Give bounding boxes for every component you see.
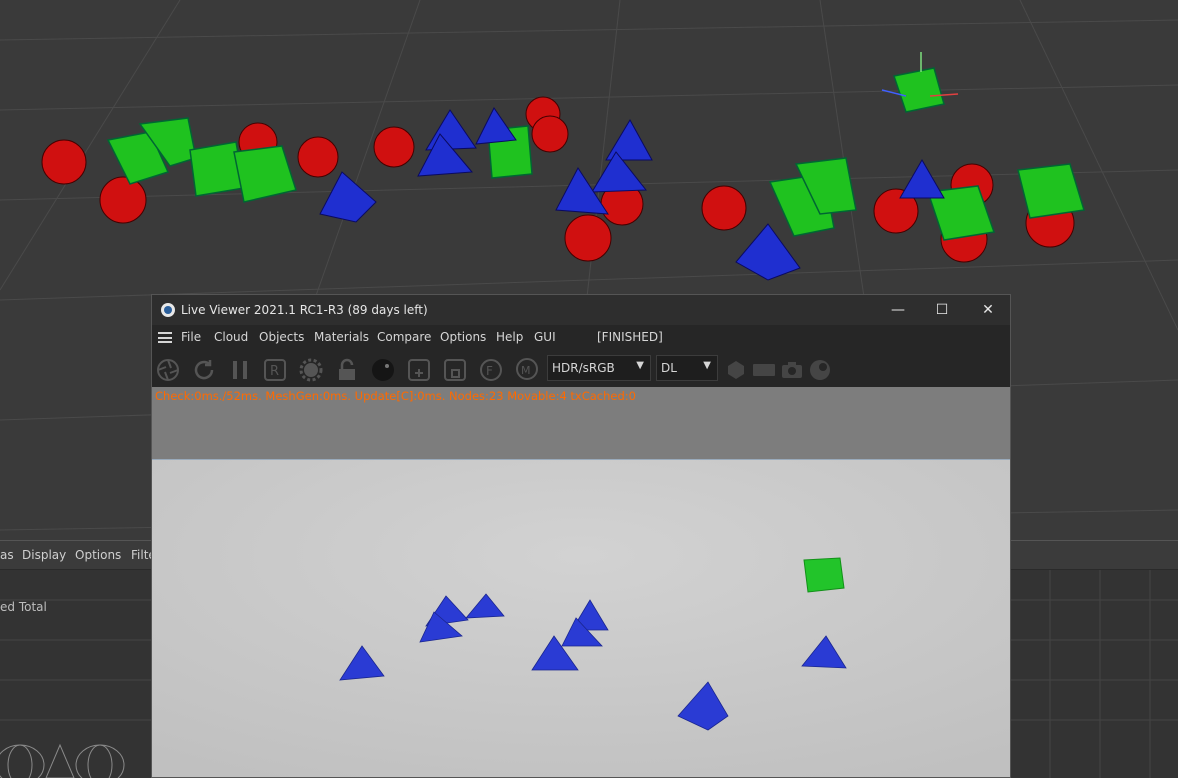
camera-icon[interactable] <box>780 358 804 382</box>
window-titlebar[interactable]: Live Viewer 2021.1 RC1-R3 (89 days left)… <box>152 295 1010 325</box>
menu-file[interactable]: File <box>181 330 201 344</box>
live-viewer-window: Live Viewer 2021.1 RC1-R3 (89 days left)… <box>151 294 1011 778</box>
svg-text:F: F <box>486 364 493 378</box>
render-view[interactable] <box>152 460 1010 777</box>
pause-icon[interactable] <box>228 358 252 382</box>
gear-icon[interactable] <box>299 358 323 382</box>
menu-bar: File Cloud Objects Materials Compare Opt… <box>152 325 1010 352</box>
stats-text: Check:0ms./52ms. MeshGen:0ms. Update[C]:… <box>155 389 636 403</box>
stats-panel: Check:0ms./52ms. MeshGen:0ms. Update[C]:… <box>152 387 1010 460</box>
minimize-button[interactable]: — <box>883 300 913 320</box>
menu-compare[interactable]: Compare <box>377 330 431 344</box>
panel-menu-cut-left[interactable]: as <box>0 548 14 562</box>
menu-options[interactable]: Options <box>440 330 486 344</box>
maximize-button[interactable]: ☐ <box>927 300 957 320</box>
toolbar: R F M HDR/sRGB ▼ DL ▼ <box>152 351 1010 387</box>
focus-icon[interactable]: F <box>479 358 503 382</box>
panel-total-label: ed Total <box>0 600 47 614</box>
refresh-icon[interactable] <box>192 358 216 382</box>
panel-menu-display[interactable]: Display <box>22 548 66 562</box>
chevron-down-icon: ▼ <box>703 360 711 371</box>
render-status: [FINISHED] <box>597 330 663 344</box>
menu-gui[interactable]: GUI <box>534 330 556 344</box>
material-m-icon[interactable]: M <box>515 358 539 382</box>
render-kernel-value: DL <box>661 361 677 375</box>
aperture-icon[interactable] <box>156 358 180 382</box>
material-ball-icon[interactable] <box>371 358 395 382</box>
menu-help[interactable]: Help <box>496 330 523 344</box>
film-icon[interactable] <box>752 358 776 382</box>
svg-text:R: R <box>270 364 279 379</box>
svg-text:M: M <box>521 364 531 377</box>
app-logo-icon <box>161 303 175 317</box>
chevron-down-icon: ▼ <box>636 360 644 371</box>
add-box-icon[interactable] <box>407 358 431 382</box>
close-button[interactable]: ✕ <box>973 300 1003 320</box>
color-space-value: HDR/sRGB <box>552 361 615 375</box>
hamburger-menu-icon[interactable] <box>158 332 172 343</box>
menu-materials[interactable]: Materials <box>314 330 369 344</box>
panel-menu-options[interactable]: Options <box>75 548 121 562</box>
render-region-icon[interactable]: R <box>263 358 287 382</box>
render-kernel-select[interactable]: DL ▼ <box>656 355 718 381</box>
lock-icon[interactable] <box>335 358 359 382</box>
square-box-icon[interactable] <box>443 358 467 382</box>
color-space-select[interactable]: HDR/sRGB ▼ <box>547 355 651 381</box>
menu-cloud[interactable]: Cloud <box>214 330 248 344</box>
rendered-green-cube <box>803 557 845 593</box>
sphere-icon[interactable] <box>808 358 832 382</box>
wireframe-primitives <box>0 743 125 778</box>
menu-objects[interactable]: Objects <box>259 330 304 344</box>
window-title: Live Viewer 2021.1 RC1-R3 (89 days left) <box>181 303 428 317</box>
render-image <box>152 460 1010 777</box>
hexagon-icon[interactable] <box>724 358 748 382</box>
